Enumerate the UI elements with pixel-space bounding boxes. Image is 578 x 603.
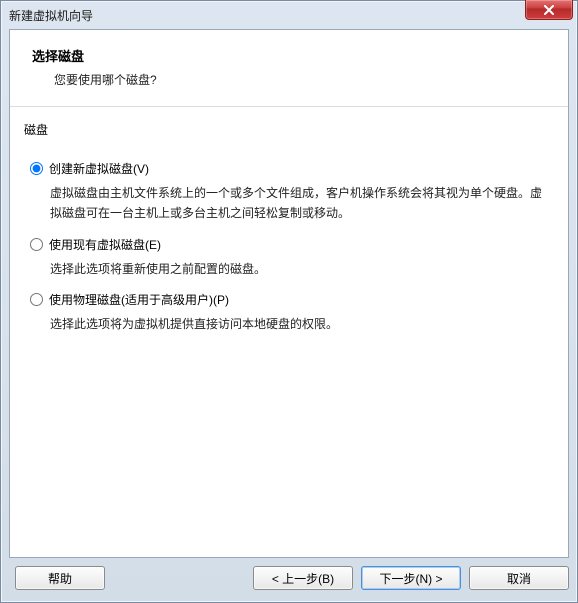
content-frame: 选择磁盘 您要使用哪个磁盘? 磁盘 创建新虚拟磁盘(V) 虚拟磁盘由主机文件系统… [9,29,569,558]
radio-create-new-disk[interactable] [30,162,43,175]
next-button[interactable]: 下一步(N) > [361,566,461,590]
header-subtitle: 您要使用哪个磁盘? [54,71,546,88]
wizard-header: 选择磁盘 您要使用哪个磁盘? [10,30,568,107]
option-existing-label: 使用现有虚拟磁盘(E) [49,236,161,253]
option-create-new-disk: 创建新虚拟磁盘(V) 虚拟磁盘由主机文件系统上的一个或多个文件组成，客户机操作系… [30,160,548,224]
option-create-desc: 虚拟磁盘由主机文件系统上的一个或多个文件组成，客户机操作系统会将其视为单个硬盘。… [50,183,548,224]
option-physical-label: 使用物理磁盘(适用于高级用户)(P) [49,291,229,308]
cancel-button[interactable]: 取消 [469,566,569,590]
option-existing-row[interactable]: 使用现有虚拟磁盘(E) [30,236,548,253]
option-physical-desc: 选择此选项将为虚拟机提供直接访问本地硬盘的权限。 [50,314,548,334]
header-title: 选择磁盘 [32,46,546,65]
wizard-window: 新建虚拟机向导 选择磁盘 您要使用哪个磁盘? 磁盘 创建新虚拟磁盘(V) 虚拟磁… [0,0,578,603]
button-bar: 帮助 < 上一步(B) 下一步(N) > 取消 [9,562,569,594]
option-create-label: 创建新虚拟磁盘(V) [49,160,149,177]
radio-physical-disk[interactable] [30,293,43,306]
option-create-row[interactable]: 创建新虚拟磁盘(V) [30,160,548,177]
option-physical-row[interactable]: 使用物理磁盘(适用于高级用户)(P) [30,291,548,308]
titlebar[interactable]: 新建虚拟机向导 [1,1,577,29]
close-icon [543,5,555,15]
option-physical-disk: 使用物理磁盘(适用于高级用户)(P) 选择此选项将为虚拟机提供直接访问本地硬盘的… [30,291,548,334]
disk-options: 创建新虚拟磁盘(V) 虚拟磁盘由主机文件系统上的一个或多个文件组成，客户机操作系… [10,144,568,345]
option-existing-desc: 选择此选项将重新使用之前配置的磁盘。 [50,259,548,279]
radio-existing-disk[interactable] [30,238,43,251]
section-label: 磁盘 [10,107,568,144]
window-title: 新建虚拟机向导 [9,7,571,24]
close-button[interactable] [525,0,573,20]
back-button[interactable]: < 上一步(B) [253,566,353,590]
help-button[interactable]: 帮助 [15,566,105,590]
option-existing-disk: 使用现有虚拟磁盘(E) 选择此选项将重新使用之前配置的磁盘。 [30,236,548,279]
